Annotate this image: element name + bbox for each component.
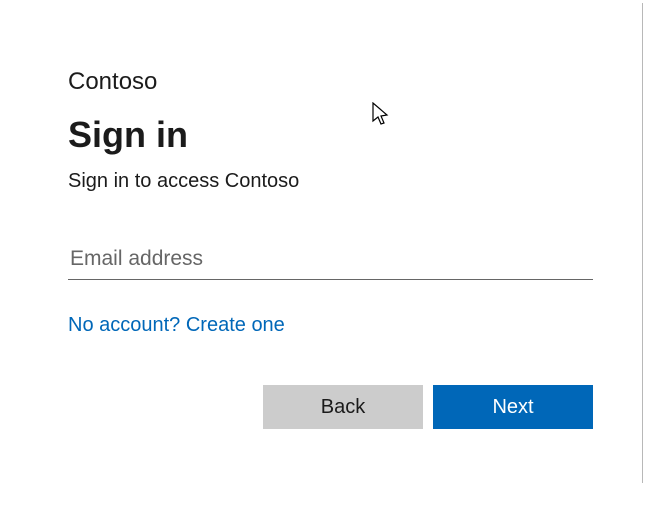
back-button[interactable]: Back [263,385,423,429]
email-field[interactable] [68,243,593,280]
right-divider [642,3,643,483]
page-title: Sign in [68,114,593,156]
create-account-link[interactable]: No account? Create one [68,314,285,337]
company-name: Contoso [68,68,593,96]
next-button[interactable]: Next [433,385,593,429]
signin-form: Contoso Sign in Sign in to access Contos… [0,0,663,429]
button-row: Back Next [68,385,593,429]
instruction-text: Sign in to access Contoso [68,170,593,193]
